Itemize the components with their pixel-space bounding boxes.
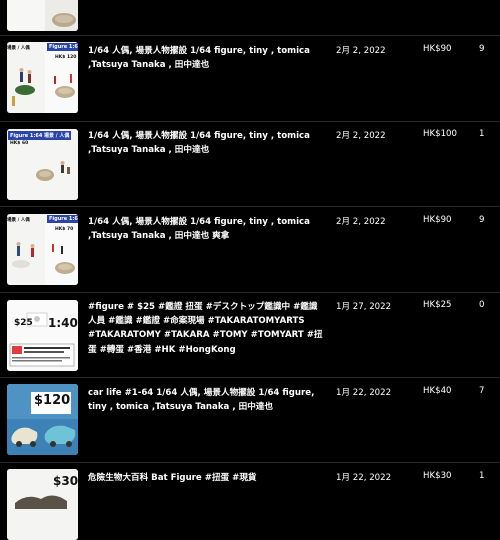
bat-figure-thumbnail[interactable]: $30: [7, 469, 78, 540]
item-quantity: 0: [479, 300, 485, 310]
item-date: 2月 2, 2022: [336, 46, 386, 56]
table-row[interactable]: $25 1:40 #figure # $25 #鑑證 扭蛋 #デスクトップ鑑識中…: [0, 293, 500, 378]
item-title[interactable]: #figure # $25 #鑑證 扭蛋 #デスクトップ鑑識中 #鑑識人員 #鑑…: [88, 300, 326, 357]
thumbnail-price-label: $120: [34, 393, 71, 408]
item-price: HK$40: [423, 386, 452, 396]
item-date: 2月 2, 2022: [336, 217, 386, 227]
item-price: HK$30: [423, 471, 452, 481]
item-date: 1月 22, 2022: [336, 473, 392, 483]
table-row[interactable]: [0, 0, 500, 36]
thumbnail-price-label: HK$ 120: [55, 55, 77, 60]
item-quantity: 7: [479, 386, 485, 396]
listing-table: Figure 1:64 場景 / 人偶 HK$ 120 1/64 人偶, 場景人…: [0, 0, 500, 540]
thumbnail-price-label: $30: [53, 474, 78, 488]
item-quantity: 1: [479, 471, 485, 481]
thumbnail-price-label: $25: [14, 318, 33, 328]
item-date: 2月 2, 2022: [336, 131, 386, 141]
gashapon-card-thumbnail[interactable]: $25 1:40: [7, 300, 78, 371]
table-row[interactable]: Figure 1:64 場景 / 人偶 HK$ 60 1/64 人偶, 場景人物…: [0, 122, 500, 207]
item-price: HK$90: [423, 44, 452, 54]
figure-miniature-thumbnail[interactable]: [7, 0, 78, 31]
item-quantity: 9: [479, 44, 485, 54]
thumbnail-label: Figure 1:64: [47, 43, 78, 51]
car-figure-thumbnail[interactable]: $120: [7, 384, 78, 455]
figure-miniature-thumbnail[interactable]: Figure 1:64 場景 / 人偶 HK$ 70: [7, 214, 78, 285]
item-quantity: 9: [479, 215, 485, 225]
table-row[interactable]: Figure 1:64 場景 / 人偶 HK$ 120 1/64 人偶, 場景人…: [0, 36, 500, 122]
table-row[interactable]: $120 car life #1-64 1/64 人偶, 場景人物擺設 1/64…: [0, 378, 500, 463]
item-date: 1月 27, 2022: [336, 302, 392, 312]
thumbnail-price-label: HK$ 70: [55, 227, 74, 232]
item-price: HK$100: [423, 129, 457, 139]
thumbnail-label: Figure 1:64 場景 / 人偶: [8, 131, 72, 140]
item-title[interactable]: 1/64 人偶, 場景人物擺設 1/64 figure, tiny , tomi…: [88, 129, 326, 157]
thumbnail-label: Figure 1:64: [47, 215, 78, 223]
table-row[interactable]: $30 危險生物大百科 Bat Figure #扭蛋 #現貨 1月 22, 20…: [0, 463, 500, 540]
figure-miniature-thumbnail[interactable]: Figure 1:64 場景 / 人偶 HK$ 120: [7, 42, 78, 113]
figure-miniature-thumbnail[interactable]: Figure 1:64 場景 / 人偶 HK$ 60: [7, 129, 78, 200]
item-title[interactable]: 危險生物大百科 Bat Figure #扭蛋 #現貨: [88, 471, 326, 485]
item-price: HK$25: [423, 300, 452, 310]
thumbnail-label: 場景 / 人偶: [7, 46, 30, 51]
thumbnail-label: 場景 / 人偶: [7, 218, 30, 223]
item-title[interactable]: 1/64 人偶, 場景人物擺設 1/64 figure, tiny , tomi…: [88, 215, 326, 243]
thumbnail-price-label: 1:40: [48, 316, 78, 330]
table-row[interactable]: Figure 1:64 場景 / 人偶 HK$ 70 1/64 人偶, 場景人物…: [0, 207, 500, 293]
item-title[interactable]: car life #1-64 1/64 人偶, 場景人物擺設 1/64 figu…: [88, 386, 326, 414]
item-date: 1月 22, 2022: [336, 388, 392, 398]
item-price: HK$90: [423, 215, 452, 225]
thumbnail-price-label: HK$ 60: [10, 141, 29, 146]
item-title[interactable]: 1/64 人偶, 場景人物擺設 1/64 figure, tiny , tomi…: [88, 44, 326, 72]
item-quantity: 1: [479, 129, 485, 139]
